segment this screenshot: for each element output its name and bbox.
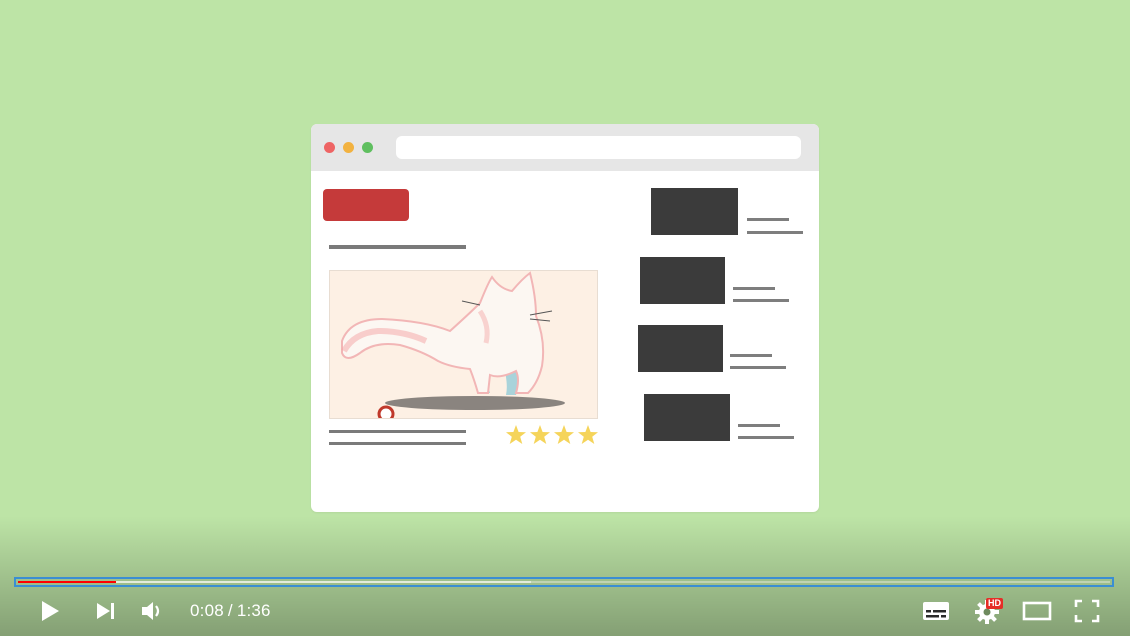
mock-browser-window: [311, 124, 819, 512]
mock-sidebar-line: [738, 436, 794, 439]
mock-sidebar-line: [730, 366, 786, 369]
theater-mode-button[interactable]: [1019, 594, 1055, 628]
mock-sidebar-line: [747, 231, 803, 234]
controls-gradient: [0, 516, 1130, 636]
subtitles-button[interactable]: [918, 594, 954, 628]
star-rating-icon: [506, 425, 598, 444]
mock-sidebar-thumb-1: [651, 188, 738, 235]
subtitles-icon: [923, 602, 949, 620]
mock-sidebar-line: [733, 287, 775, 290]
fullscreen-icon: [1074, 599, 1100, 623]
theater-mode-icon: [1022, 601, 1052, 621]
mock-browser-titlebar: [311, 124, 819, 171]
mute-button[interactable]: [137, 594, 169, 628]
time-separator: /: [227, 601, 233, 620]
play-icon: [42, 601, 59, 621]
next-icon: [97, 603, 114, 619]
mock-sidebar-thumb-2: [640, 257, 725, 304]
mock-sidebar-line: [738, 424, 780, 427]
settings-button[interactable]: HD: [970, 594, 1006, 628]
mock-maximize-dot: [362, 142, 373, 153]
mock-address-bar: [396, 136, 801, 159]
mock-minimize-dot: [343, 142, 354, 153]
mock-close-dot: [324, 142, 335, 153]
play-button[interactable]: [33, 594, 67, 628]
mock-caption-line-1: [329, 430, 466, 433]
progress-track[interactable]: [18, 581, 1110, 583]
fullscreen-button[interactable]: [1069, 594, 1105, 628]
mock-red-button: [323, 189, 409, 221]
duration: 1:36: [236, 601, 271, 620]
cat-illustration: [341, 271, 565, 418]
current-time: 0:08: [190, 601, 224, 620]
mock-sidebar-line: [747, 218, 789, 221]
mock-sidebar-thumb-4: [644, 394, 730, 441]
mock-cat-image: [329, 270, 598, 419]
volume-icon: [142, 602, 160, 620]
time-display: 0:08/1:36: [190, 600, 271, 622]
mock-heading-line: [329, 245, 466, 249]
mock-sidebar-line: [733, 299, 789, 302]
hd-badge: HD: [986, 598, 1003, 609]
mock-sidebar-thumb-3: [638, 325, 723, 372]
mock-sidebar-line: [730, 354, 772, 357]
next-button[interactable]: [90, 594, 122, 628]
progress-bar[interactable]: [14, 577, 1114, 587]
progress-played: [18, 581, 117, 583]
mock-caption-line-2: [329, 442, 466, 445]
